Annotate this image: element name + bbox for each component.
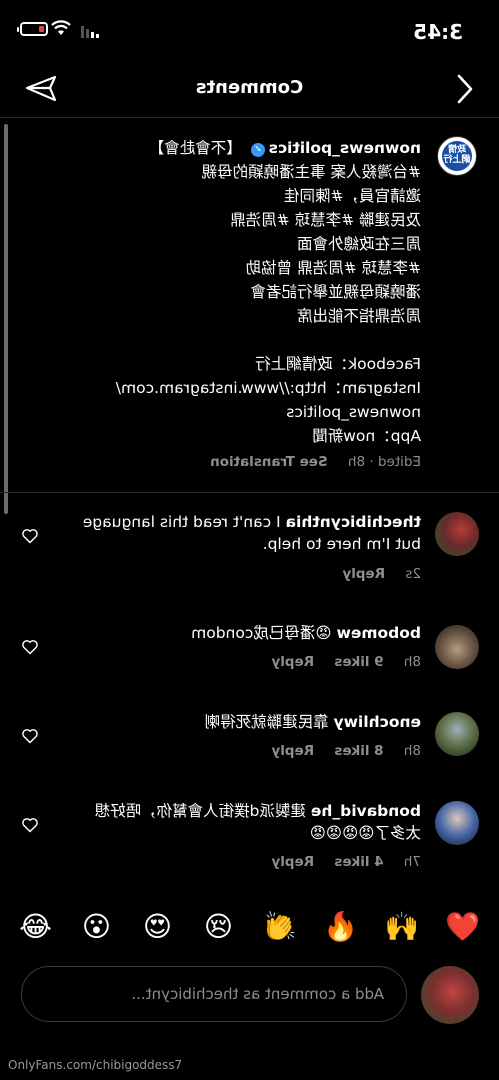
nownews-logo: 政情 網上行	[442, 141, 472, 171]
emoji-quick-bar: ❤️ 🙌 🔥 👏 😢 😍 😮 😂	[9, 904, 489, 948]
status-time: 3:45	[413, 20, 463, 44]
comments-screen: 3:45 Comments 政情 網上行 nownews_politics ✓ 【不…	[0, 0, 499, 1080]
tears-of-joy-emoji-button[interactable]: 😂	[9, 910, 62, 943]
comment-text: bondavid_he 建製派d撲街人會幫你，唔好想太多了😡😡😡😡	[81, 800, 421, 844]
comment-time: 7h	[403, 854, 421, 870]
fire-emoji-button[interactable]: 🔥	[314, 910, 367, 943]
comment-input[interactable]	[21, 966, 407, 1022]
reply-button[interactable]: Reply	[271, 743, 314, 759]
caption-body: nownews_politics ✓ 【不會赴會】 #台灣殺人案 事主潘曉穎的母親…	[31, 136, 421, 448]
clapping-emoji-button[interactable]: 👏	[253, 910, 306, 943]
caption-divider	[0, 492, 499, 493]
verified-badge-icon: ✓	[250, 143, 265, 157]
header-divider	[0, 117, 499, 118]
caption-username[interactable]: nownews_politics	[269, 139, 421, 157]
like-count[interactable]: 9 likes	[334, 654, 383, 670]
comment-username[interactable]: thechibicynthia	[286, 513, 421, 531]
comment-username[interactable]: enochliwy	[334, 713, 421, 731]
avatar[interactable]	[435, 625, 479, 669]
comment-meta: 8h 8 likes Reply	[255, 743, 421, 759]
comment-username[interactable]: bondavid_he	[311, 802, 421, 820]
heart-outline-icon[interactable]	[21, 639, 39, 655]
crying-emoji-button[interactable]: 😢	[192, 910, 245, 943]
comment-body: 靠民建聯就死得喇	[204, 713, 329, 731]
see-translation-link[interactable]: See Translation	[210, 454, 328, 470]
caption-avatar[interactable]: 政情 網上行	[437, 136, 477, 176]
reply-button[interactable]: Reply	[342, 566, 385, 582]
comment-time: 8h	[403, 654, 421, 670]
composer-avatar	[421, 966, 479, 1024]
comment-text: enochliwy 靠民建聯就死得喇	[81, 711, 421, 733]
heart-outline-icon[interactable]	[21, 728, 39, 744]
caption-edited: Edited · 8h	[347, 454, 421, 470]
wifi-icon	[51, 20, 71, 35]
comment-meta: 7h 4 likes Reply	[255, 854, 421, 870]
cellular-signal-icon	[81, 26, 99, 38]
reply-button[interactable]: Reply	[271, 854, 314, 870]
battery-icon	[17, 22, 48, 36]
comment-text: thechibicynthia I can't read this langua…	[81, 511, 421, 555]
like-count[interactable]: 8 likes	[334, 743, 383, 759]
caption-text: 【不會赴會】 #台灣殺人案 事主潘曉穎的母親 邀請官員，#陳同佳 及民建聯 #李…	[115, 139, 421, 445]
page-title: Comments	[195, 77, 304, 98]
comment-body: 😡潘母已成condom	[191, 624, 332, 642]
comment-time: 8h	[403, 743, 421, 759]
comment-meta: 8h 9 likes Reply	[255, 654, 421, 670]
comment-meta: 2s Reply	[326, 566, 421, 582]
reply-button[interactable]: Reply	[271, 654, 314, 670]
avatar[interactable]	[435, 512, 479, 556]
watermark-text: OnlyFans.com/chibigoddess7	[8, 1058, 183, 1072]
surprised-emoji-button[interactable]: 😮	[70, 910, 123, 943]
comment-time: 2s	[405, 566, 421, 582]
raising-hands-emoji-button[interactable]: 🙌	[375, 910, 428, 943]
like-count[interactable]: 4 likes	[334, 854, 383, 870]
heart-eyes-emoji-button[interactable]: 😍	[131, 910, 184, 943]
scrollbar[interactable]	[4, 124, 8, 514]
caption-meta: Edited · 8h See Translation	[194, 454, 421, 470]
heart-outline-icon[interactable]	[21, 528, 39, 544]
comment-text: bobomew 😡潘母已成condom	[81, 622, 421, 644]
paper-plane-icon[interactable]	[23, 72, 59, 106]
heart-outline-icon[interactable]	[21, 817, 39, 833]
avatar[interactable]	[435, 712, 479, 756]
comment-username[interactable]: bobomew	[337, 624, 421, 642]
avatar[interactable]	[435, 801, 479, 845]
red-heart-emoji-button[interactable]: ❤️	[436, 910, 489, 943]
